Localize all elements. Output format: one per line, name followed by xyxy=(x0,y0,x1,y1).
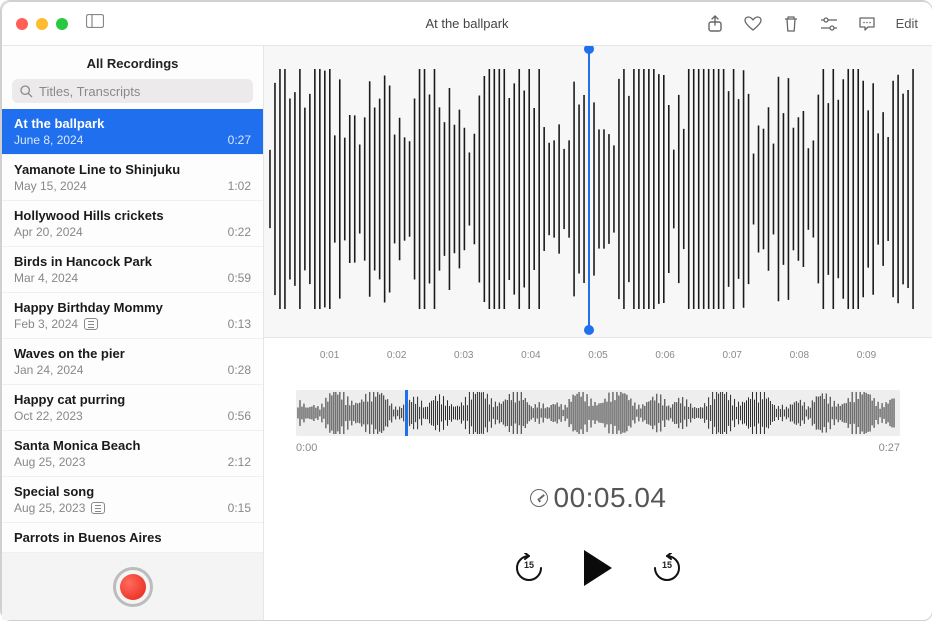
recording-item[interactable]: Santa Monica Beach Aug 25, 2023 2:12 xyxy=(2,431,263,477)
recording-duration: 0:13 xyxy=(228,317,251,331)
recording-title: Hollywood Hills crickets xyxy=(14,208,251,223)
recording-date: Jan 24, 2024 xyxy=(14,363,83,377)
recording-item[interactable]: Parrots in Buenos Aires xyxy=(2,523,263,552)
clock-icon xyxy=(530,489,548,507)
recording-title: Parrots in Buenos Aires xyxy=(14,530,251,545)
timeline-tick: 0:04 xyxy=(521,350,540,361)
playhead[interactable] xyxy=(588,48,590,331)
recording-title: Special song xyxy=(14,484,251,499)
title-bar: At the ballpark Edit xyxy=(2,2,932,46)
overview-cursor[interactable] xyxy=(405,390,408,436)
timeline-tick: 0:06 xyxy=(655,350,674,361)
record-icon xyxy=(120,574,146,600)
recording-duration: 1:02 xyxy=(228,179,251,193)
close-window-icon[interactable] xyxy=(16,18,28,30)
timeline-tick: 0:05 xyxy=(588,350,607,361)
recording-title: Santa Monica Beach xyxy=(14,438,251,453)
minimize-window-icon[interactable] xyxy=(36,18,48,30)
detail-pane: 0:01 0:02 0:03 0:04 0:05 0:06 0:07 0:08 0:09 0:0… xyxy=(264,46,932,620)
recording-item[interactable]: Birds in Hancock Park Mar 4, 2024 0:59 xyxy=(2,247,263,293)
recording-duration: 2:12 xyxy=(228,455,251,469)
recording-item[interactable]: Hollywood Hills crickets Apr 20, 2024 0:22 xyxy=(2,201,263,247)
recording-date: Aug 25, 2023 xyxy=(14,455,85,469)
recording-title: Happy Birthday Mommy xyxy=(14,300,251,315)
recording-duration: 0:15 xyxy=(228,501,251,515)
recording-item[interactable]: Waves on the pier Jan 24, 2024 0:28 xyxy=(2,339,263,385)
timeline-tick: 0:01 xyxy=(320,350,339,361)
window-title: At the ballpark xyxy=(425,16,508,31)
sidebar-header: All Recordings xyxy=(2,46,263,79)
favorite-button[interactable] xyxy=(744,15,762,33)
recording-duration: 0:28 xyxy=(228,363,251,377)
overview-end-label: 0:27 xyxy=(879,442,900,454)
recording-duration: 0:59 xyxy=(228,271,251,285)
recording-title: Waves on the pier xyxy=(14,346,251,361)
recording-date: Feb 3, 2024 xyxy=(14,317,78,331)
share-button[interactable] xyxy=(706,15,724,33)
current-time: 00:05.04 xyxy=(554,482,667,514)
transcript-badge-icon xyxy=(84,318,98,330)
waveform-overview[interactable] xyxy=(296,390,900,436)
recording-date: Apr 20, 2024 xyxy=(14,225,83,239)
record-row xyxy=(2,552,263,620)
skip-forward-label: 15 xyxy=(652,560,682,570)
search-placeholder: Titles, Transcripts xyxy=(39,84,140,99)
skip-back-label: 15 xyxy=(514,560,544,570)
recording-title: Yamanote Line to Shinjuku xyxy=(14,162,251,177)
recording-date: June 8, 2024 xyxy=(14,133,83,147)
transcript-button[interactable] xyxy=(858,15,876,33)
search-icon xyxy=(20,85,33,98)
recording-title: Happy cat purring xyxy=(14,392,251,407)
recording-title: At the ballpark xyxy=(14,116,251,131)
timeline-tick: 0:09 xyxy=(857,350,876,361)
sidebar: All Recordings Titles, Transcripts At th… xyxy=(2,46,264,620)
delete-button[interactable] xyxy=(782,15,800,33)
recording-item[interactable]: Special song Aug 25, 2023 0:15 xyxy=(2,477,263,523)
skip-forward-button[interactable]: 15 xyxy=(652,553,682,583)
timeline-tick: 0:08 xyxy=(790,350,809,361)
timeline-tick: 0:03 xyxy=(454,350,473,361)
sidebar-toggle-button[interactable] xyxy=(86,14,104,33)
settings-sliders-button[interactable] xyxy=(820,15,838,33)
recording-duration: 0:56 xyxy=(228,409,251,423)
recording-date: Aug 25, 2023 xyxy=(14,501,85,515)
playback-controls: 15 15 xyxy=(264,550,932,586)
timeline-tick: 0:02 xyxy=(387,350,406,361)
recording-item[interactable]: Happy cat purring Oct 22, 2023 0:56 xyxy=(2,385,263,431)
fullscreen-window-icon[interactable] xyxy=(56,18,68,30)
timeline-tick: 0:07 xyxy=(722,350,741,361)
recording-duration: 0:27 xyxy=(228,133,251,147)
waveform-main[interactable] xyxy=(264,46,932,338)
transcript-badge-icon xyxy=(91,502,105,514)
recording-duration: 0:22 xyxy=(228,225,251,239)
recording-date: Mar 4, 2024 xyxy=(14,271,78,285)
recording-date: Oct 22, 2023 xyxy=(14,409,83,423)
edit-button[interactable]: Edit xyxy=(896,16,918,31)
timeline-ruler: 0:01 0:02 0:03 0:04 0:05 0:06 0:07 0:08 0:09 xyxy=(296,350,900,372)
recording-item[interactable]: Happy Birthday Mommy Feb 3, 2024 0:13 xyxy=(2,293,263,339)
overview-start-label: 0:00 xyxy=(296,442,317,454)
play-button[interactable] xyxy=(584,550,612,586)
recording-item[interactable]: Yamanote Line to Shinjuku May 15, 2024 1:0… xyxy=(2,155,263,201)
recordings-list: At the ballpark June 8, 2024 0:27 Yamanote … xyxy=(2,109,263,552)
recording-date: May 15, 2024 xyxy=(14,179,87,193)
window-controls xyxy=(16,18,68,30)
search-field[interactable]: Titles, Transcripts xyxy=(12,79,253,103)
record-button[interactable] xyxy=(113,567,153,607)
skip-back-button[interactable]: 15 xyxy=(514,553,544,583)
recording-item[interactable]: At the ballpark June 8, 2024 0:27 xyxy=(2,109,263,155)
recording-title: Birds in Hancock Park xyxy=(14,254,251,269)
